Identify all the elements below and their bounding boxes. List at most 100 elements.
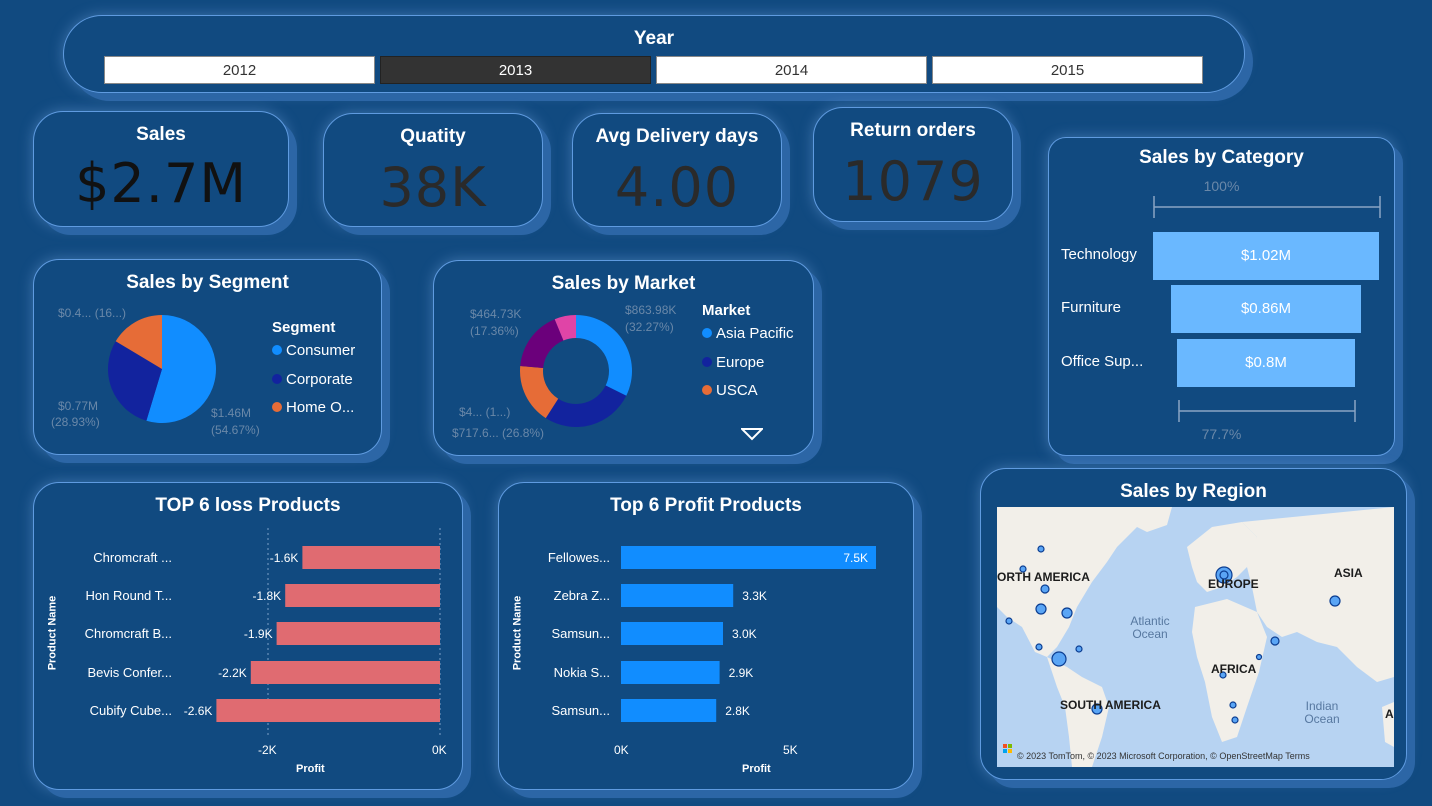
legend-label: Asia Pacific [716,325,794,342]
kpi-sales-value: $2.7M [75,152,247,215]
map-label-europe: EUROPE [1208,577,1259,591]
legend-item-home-office[interactable]: Home O... [272,399,354,416]
bar-0[interactable] [302,546,440,569]
profit-tick-5k: 5K [783,743,798,757]
market-legend-title: Market [702,302,751,319]
pie-slice-asia-pacific[interactable] [576,315,632,396]
map-label-indian: Indian Ocean [1304,699,1340,726]
legend-label: Europe [716,354,765,371]
bar-value-label: 2.8K [725,704,750,718]
category-bar-office-supplies[interactable]: $0.8M [1177,339,1355,387]
market-label-tl-pct: (17.36%) [470,324,519,338]
legend-label: Corporate [286,371,353,388]
bar-value-label: -1.9K [244,627,273,641]
bar-value-label: 3.3K [742,589,767,603]
kpi-returns-card: Return orders 1079 [813,107,1013,222]
kpi-sales-label: Sales [136,124,186,145]
top-loss-products-card: TOP 6 loss Products Product Name -1.6K Ch… [33,482,463,790]
region-title: Sales by Region [1120,481,1267,502]
product-label: Hon Round T... [86,588,172,603]
kpi-sales-card: Sales $2.7M [33,111,289,227]
pie-slice-other-1[interactable] [520,319,564,369]
segment-label-corporate-value: $0.77M [58,399,99,413]
loss-x-axis-title: Profit [296,763,325,775]
profit-bar-chart: 7.5K Fellowes... 3.3K Zebra Z... 3.0K Samsun.… [548,546,876,722]
category-bottom-bracket [1178,400,1356,422]
segment-label-consumer-value: $1.46M [211,406,252,420]
segment-legend-title: Segment [272,319,336,336]
bar-value-label: 3.0K [732,627,757,641]
sales-by-category-card: Sales by Category 100% Technology $1.02M… [1048,137,1395,456]
segment-label-corporate-pct: (28.93%) [51,415,100,429]
bar-value-label: -1.8K [253,589,282,603]
bar-2[interactable] [621,622,723,645]
map-label-asia: ASIA [1334,566,1363,580]
legend-item-europe[interactable]: Europe [702,354,764,371]
legend-scroll-down-icon[interactable] [741,428,763,442]
legend-dot-icon [702,357,712,367]
sales-by-segment-card: Sales by Segment $0.4... (16...) $0.77M … [33,259,382,455]
legend-label: Home O... [286,399,355,416]
segment-label-consumer-pct: (54.67%) [211,423,260,437]
pie-slice-europe[interactable] [545,385,627,427]
sales-by-market-card: Sales by Market $464.73K (17.36%) $863.9… [433,260,814,456]
map-label-africa: AFRICA [1211,662,1257,676]
category-label-furniture: Furniture [1061,299,1122,316]
map-label-north-america: ORTH AMERICA [997,570,1090,584]
bar-2[interactable] [276,622,440,645]
category-top-bracket [1153,196,1381,218]
bar-3[interactable] [621,661,720,684]
bar-0[interactable] [621,546,876,569]
kpi-quantity-card: Quatity 38K [323,113,543,227]
bar-value-label: -2.2K [218,666,247,680]
legend-item-corporate[interactable]: Corporate [272,371,353,388]
bar-3[interactable] [250,661,440,684]
product-label: Nokia S... [554,665,610,680]
market-label-bl-2: $717.6... (26.8%) [452,426,545,440]
legend-dot-icon [272,345,282,355]
year-option-2012[interactable]: 2012 [104,56,375,84]
product-label: Bevis Confer... [87,665,172,680]
loss-tick-neg2k: -2K [258,743,277,757]
product-label: Fellowes... [548,550,610,565]
map-label-atlantic: Atlantic Ocean [1130,614,1170,641]
legend-label: USCA [716,382,758,399]
region-map[interactable]: ORTH AMERICA EUROPE ASIA AFRICA SOUTH AM… [997,507,1394,767]
map-label-a: A [1385,707,1394,721]
legend-label: Consumer [286,342,356,359]
map-label-south-america: SOUTH AMERICA [1060,698,1161,712]
kpi-avg-delivery-card: Avg Delivery days 4.00 [572,113,782,227]
year-option-2013[interactable]: 2013 [380,56,651,84]
category-label-office-supplies: Office Sup... [1061,353,1144,370]
category-bar-technology[interactable]: $1.02M [1153,232,1379,280]
legend-dot-icon [272,402,282,412]
bar-1[interactable] [621,584,734,607]
legend-item-consumer[interactable]: Consumer [272,342,355,359]
legend-item-usca[interactable]: USCA [702,382,758,399]
loss-tick-0k: 0K [432,743,447,757]
year-slicer: Year 2012 2013 2014 2015 [63,15,1245,93]
market-label-tr-value: $863.98K [625,303,677,317]
kpi-avg-delivery-value: 4.00 [614,156,740,219]
bar-value-label: -2.6K [184,704,213,718]
top-profit-products-card: Top 6 Profit Products Product Name 7.5K F… [498,482,914,790]
product-label: Samsun... [551,703,610,718]
market-label-tl-value: $464.73K [470,307,522,321]
category-label-technology: Technology [1061,246,1137,263]
kpi-returns-value: 1079 [842,150,984,213]
product-label: Chromcraft B... [85,626,172,641]
category-bar-furniture[interactable]: $0.86M [1170,285,1362,333]
sales-by-region-card: Sales by Region ORTH AMERICA EUROPE ASIA… [980,468,1407,780]
segment-label-home-office: $0.4... (16...) [58,306,127,320]
kpi-quantity-label: Quatity [400,126,466,147]
year-option-2015[interactable]: 2015 [932,56,1203,84]
legend-item-asia-pacific[interactable]: Asia Pacific [702,325,794,342]
loss-bar-chart: -1.6K Chromcraft ... -1.8K Hon Round T... -1… [85,528,441,736]
bar-4[interactable] [216,699,440,722]
bar-1[interactable] [285,584,440,607]
year-option-2014[interactable]: 2014 [656,56,927,84]
kpi-quantity-value: 38K [379,156,487,219]
category-bottom-pct: 77.7% [1201,426,1242,442]
bar-value-label: 7.5K [843,551,868,565]
bar-4[interactable] [621,699,717,722]
